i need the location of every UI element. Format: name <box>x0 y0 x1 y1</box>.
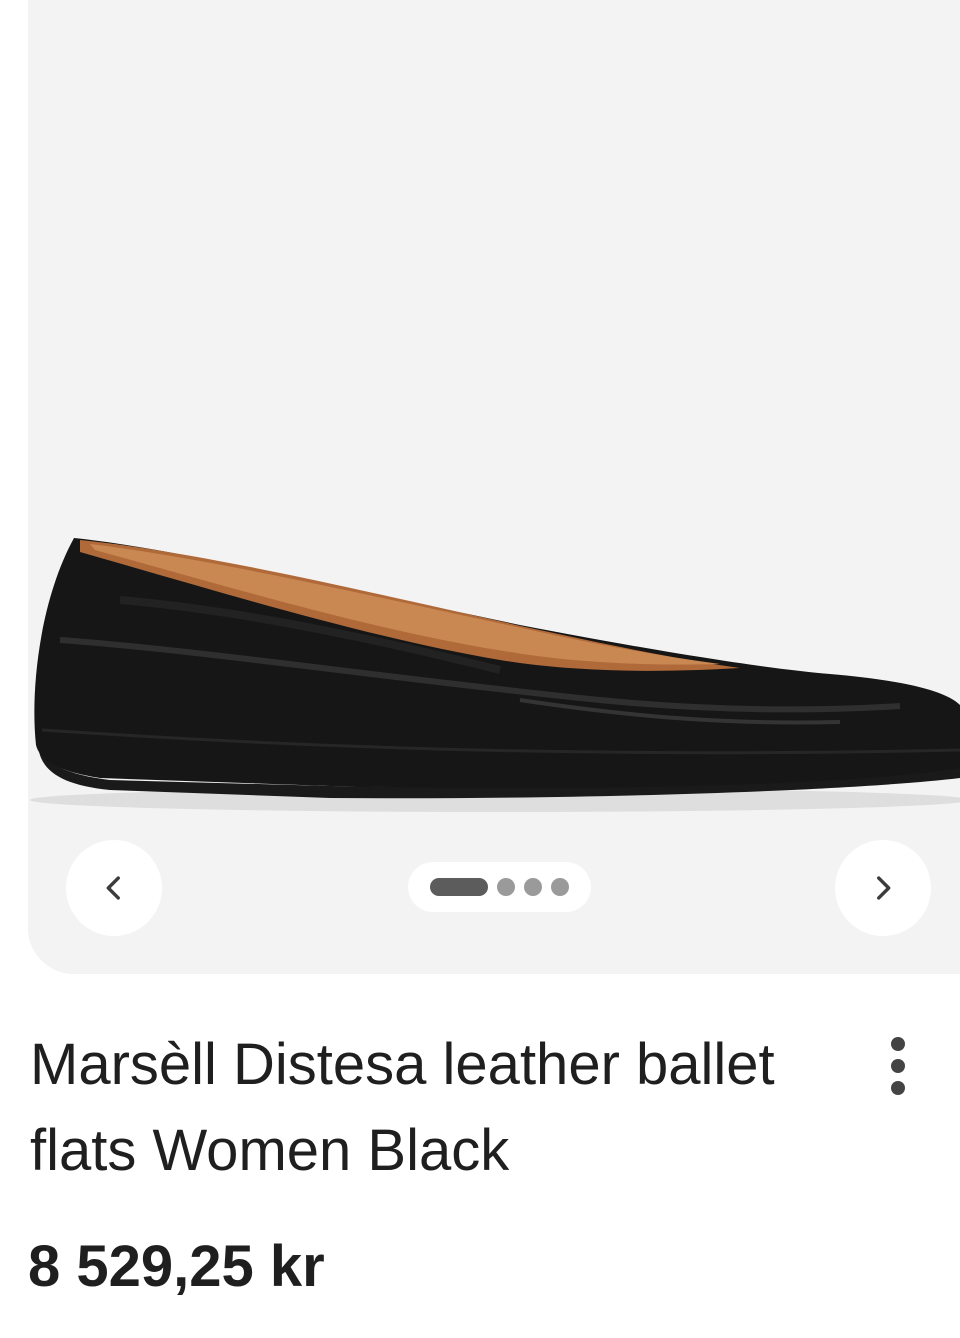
more-vert-icon <box>891 1037 905 1051</box>
more-options-button[interactable] <box>870 1030 926 1102</box>
product-price: 8 529,25 kr <box>28 1234 325 1299</box>
product-page: Marsèll Distesa leather ballet flats Wom… <box>0 0 960 1338</box>
more-vert-icon-dot <box>891 1059 905 1073</box>
previous-image-button[interactable] <box>66 840 162 936</box>
carousel-dot-active[interactable] <box>430 878 488 896</box>
carousel-dot[interactable] <box>551 878 569 896</box>
chevron-right-icon <box>877 876 891 900</box>
product-image-card[interactable] <box>28 0 960 974</box>
carousel-dot[interactable] <box>497 878 515 896</box>
chevron-left-icon <box>106 876 120 900</box>
product-image[interactable] <box>28 0 960 974</box>
next-image-button[interactable] <box>835 840 931 936</box>
carousel-indicator <box>408 862 591 912</box>
carousel-dot[interactable] <box>524 878 542 896</box>
product-title[interactable]: Marsèll Distesa leather ballet flats Wom… <box>30 1022 810 1194</box>
more-vert-icon-dot <box>891 1081 905 1095</box>
